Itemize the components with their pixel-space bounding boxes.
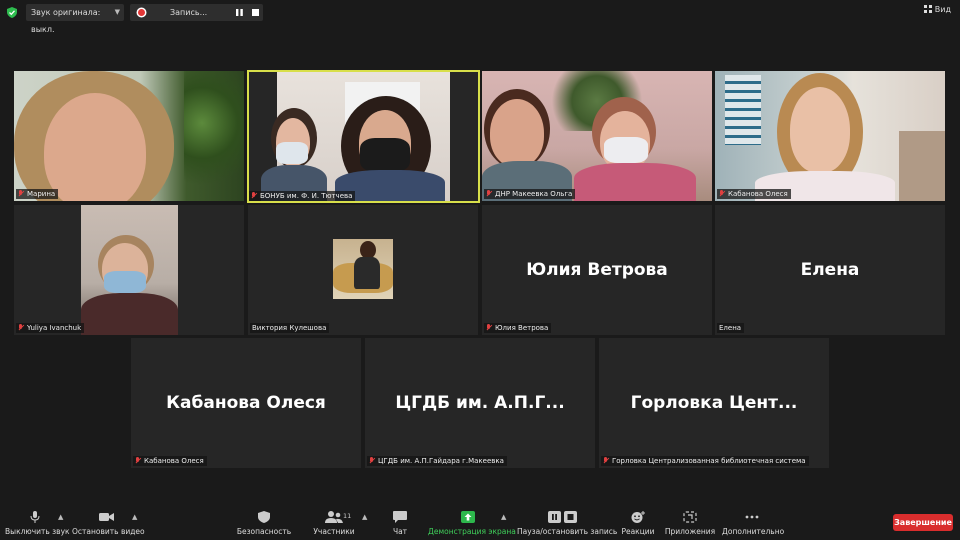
more-button[interactable]: Дополнительно (722, 500, 785, 540)
reactions-button[interactable]: Реакции (618, 500, 658, 540)
chat-button[interactable]: Чат (380, 500, 420, 540)
participant-name-label: ДНР Макеевка Ольга (484, 189, 576, 199)
face-mask (604, 137, 648, 163)
video-camera-icon (99, 513, 114, 521)
participant-display-name: Кабанова Олеся (166, 393, 326, 413)
mute-label: Выключить звук (5, 527, 70, 536)
share-screen-button[interactable]: Демонстрация экрана (428, 500, 516, 540)
mute-button[interactable]: Выключить звук (5, 500, 70, 540)
muted-mic-icon (18, 324, 24, 331)
muted-mic-icon (18, 190, 24, 197)
share-options-caret[interactable]: ▲ (501, 513, 506, 521)
recording-indicator: Запись... (130, 4, 263, 21)
participant-face (44, 93, 146, 201)
participant-name-label: Горловка Централизованная библиотечная с… (601, 456, 809, 466)
more-label: Дополнительно (722, 527, 785, 536)
video-tile-marina[interactable]: Марина (14, 71, 244, 201)
record-icon (138, 9, 145, 16)
participant-face (790, 87, 850, 173)
participant-name-label: Юлия Ветрова (484, 323, 552, 333)
pause-stop-recording-button[interactable]: Пауза/остановить запись (517, 500, 618, 540)
plant-leaves (184, 71, 244, 201)
participants-count: 11 (343, 512, 352, 520)
video-tile-yuliya-vetrova[interactable]: Юлия Ветрова Юлия Ветрова (482, 205, 712, 335)
video-tile-tsgdb[interactable]: ЦГДБ им. А.П.Г... ЦГДБ им. А.П.Гайдара г… (365, 338, 595, 468)
original-sound-dropdown[interactable]: Звук оригинала: выкл. ▼ (26, 4, 124, 34)
share-screen-icon (461, 511, 475, 523)
bookshelf (725, 75, 761, 145)
participant-name-label: Виктория Кулешова (250, 323, 330, 333)
participants-options-caret[interactable]: ▲ (362, 513, 367, 521)
video-tile-kabanova-olesya[interactable]: Кабанова Олеся Кабанова Олеся (131, 338, 361, 468)
end-meeting-button[interactable]: Завершение (893, 514, 953, 531)
sweater (81, 293, 178, 335)
participant-display-name: Горловка Цент... (630, 393, 798, 413)
emoji-reaction-icon (631, 511, 645, 523)
muted-mic-icon (486, 324, 492, 331)
participant-face (490, 99, 544, 167)
grid-view-icon (923, 5, 932, 13)
share-screen-label: Демонстрация экрана (428, 527, 516, 536)
participant-display-name: Елена (800, 260, 860, 280)
muted-mic-icon (603, 457, 609, 464)
shield-check-icon[interactable] (7, 7, 17, 18)
meeting-top-bar: Звук оригинала: выкл. ▼ Запись... Вид (0, 0, 960, 34)
apps-icon (683, 511, 697, 523)
participant-name-label: Yuliya Ivanchuk (16, 323, 85, 333)
video-tile-viktoriya-kuleshova[interactable]: Виктория Кулешова (248, 205, 478, 335)
security-label: Безопасность (236, 527, 292, 536)
participant-name-label: БОНУБ им. Ф. И. Тютчева (249, 191, 356, 201)
pause-stop-recording-icon (548, 511, 577, 523)
more-dots-icon (745, 515, 759, 519)
chat-bubble-icon (393, 511, 407, 523)
muted-mic-icon (135, 457, 141, 464)
audio-options-caret[interactable]: ▲ (58, 513, 63, 521)
participant-display-name: ЦГДБ им. А.П.Г... (395, 393, 565, 413)
chat-label: Чат (392, 527, 408, 536)
profile-picture-figure (354, 257, 380, 289)
muted-mic-icon (486, 190, 492, 197)
participant-name-label: Кабанова Олеся (717, 189, 791, 199)
participant-name-label: Марина (16, 189, 59, 199)
stop-video-label: Остановить видео (72, 527, 145, 536)
participant-name-label: Елена (717, 323, 745, 333)
video-tile-elena[interactable]: Елена Елена (715, 205, 945, 335)
sofa (899, 131, 945, 201)
video-tile-kabanova-video[interactable]: Кабанова Олеся (715, 71, 945, 201)
face-mask (360, 138, 410, 172)
security-button[interactable]: Безопасность (234, 500, 294, 540)
participants-icon (325, 511, 343, 523)
stop-recording-icon[interactable] (252, 9, 259, 16)
shield-icon (258, 511, 270, 523)
meeting-toolbar: Выключить звук ▲ Остановить видео ▲ Безо… (0, 500, 960, 540)
recording-label: Запись... (170, 8, 208, 17)
video-tile-dnr-makeevka[interactable]: ДНР Макеевка Ольга (482, 71, 712, 201)
muted-mic-icon (369, 457, 375, 464)
view-button[interactable]: Вид (923, 5, 951, 14)
microphone-icon (30, 511, 40, 523)
sweater (574, 163, 696, 201)
muted-mic-icon (719, 190, 725, 197)
view-label: Вид (934, 5, 951, 14)
participants-button[interactable]: Участники (308, 500, 360, 540)
muted-mic-icon (251, 192, 257, 199)
video-tile-bonub[interactable]: БОНУБ им. Ф. И. Тютчева (247, 70, 480, 203)
participant-name-label: ЦГДБ им. А.П.Гайдара г.Макеевка (367, 456, 507, 466)
participant-name-label: Кабанова Олеся (133, 456, 207, 466)
video-tile-gorlovka[interactable]: Горловка Цент... Горловка Централизованн… (599, 338, 829, 468)
participant-display-name: Юлия Ветрова (526, 260, 668, 280)
original-sound-label: Звук оригинала: выкл. (31, 8, 101, 34)
pause-recording-icon[interactable] (236, 9, 243, 16)
face-mask (104, 271, 146, 293)
reactions-label: Реакции (621, 527, 655, 536)
apps-label: Приложения (664, 527, 716, 536)
video-options-caret[interactable]: ▲ (132, 513, 137, 521)
video-tile-yuliya-ivanchuk[interactable]: Yuliya Ivanchuk (14, 205, 244, 335)
apps-button[interactable]: Приложения (664, 500, 716, 540)
chevron-down-icon: ▼ (114, 8, 120, 16)
face-mask (276, 142, 308, 164)
pause-stop-recording-label: Пауза/остановить запись (517, 527, 618, 536)
participants-label: Участники (313, 527, 355, 536)
